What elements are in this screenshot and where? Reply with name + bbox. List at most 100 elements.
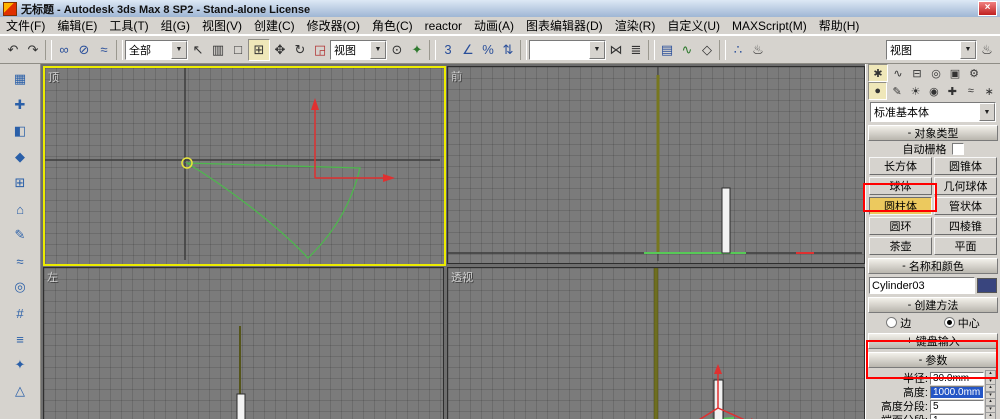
reactor-toolbar-icon[interactable]: ◎ [10, 277, 30, 297]
angle-snap-icon[interactable]: ∠ [458, 40, 478, 60]
viewport-top-label[interactable]: 顶 [48, 69, 59, 85]
radius-field[interactable]: 30.0mm [930, 371, 984, 385]
menu-modifiers[interactable]: 修改器(O) [301, 17, 366, 34]
select-and-scale-icon[interactable]: ◲ [310, 40, 330, 60]
box-button[interactable]: 长方体 [869, 157, 932, 175]
menu-create[interactable]: 创建(C) [248, 17, 301, 34]
motion-tab-icon[interactable]: ◎ [927, 65, 945, 81]
dropdown-arrow-icon[interactable]: ▼ [370, 40, 386, 59]
menu-character[interactable]: 角色(C) [366, 17, 419, 34]
menu-reactor[interactable]: reactor [419, 19, 468, 33]
spinner-up-icon[interactable]: ▴ [985, 384, 996, 392]
menu-views[interactable]: 视图(V) [196, 17, 248, 34]
reactor-toolbar-icon[interactable]: ⌂ [10, 199, 30, 219]
rollout-keyboard-entry[interactable]: + 键盘输入 [868, 333, 998, 349]
curve-editor-icon[interactable]: ∿ [677, 40, 697, 60]
geometry-category-icon[interactable]: ● [868, 82, 888, 100]
rollout-object-type[interactable]: - 对象类型 [868, 125, 998, 141]
pyramid-button[interactable]: 四棱锥 [934, 217, 997, 235]
display-tab-icon[interactable]: ▣ [946, 65, 964, 81]
cylinder-button[interactable]: 圆柱体 [869, 197, 932, 215]
rollout-creation-method[interactable]: - 创建方法 [868, 297, 998, 313]
cap-segments-field[interactable]: 1 [930, 413, 984, 419]
select-by-name-icon[interactable]: ▥ [208, 40, 228, 60]
gizmo-x-arrow[interactable] [686, 407, 719, 419]
layer-manager-icon[interactable]: ▤ [657, 40, 677, 60]
height-field[interactable]: 1000.0mm [930, 385, 984, 399]
viewport-front-label[interactable]: 前 [451, 68, 462, 84]
reference-coordinate-dropdown[interactable]: 视图 ▼ [330, 39, 387, 60]
undo-icon[interactable]: ↶ [3, 40, 23, 60]
dropdown-arrow-icon[interactable]: ▼ [589, 40, 605, 59]
reactor-toolbar-icon[interactable]: ✎ [10, 225, 30, 245]
cylinder-object[interactable] [721, 187, 731, 254]
rect-selection-region-icon[interactable]: □ [228, 40, 248, 60]
cap-segments-spinner[interactable]: ▴ ▾ [985, 412, 996, 419]
spinner-up-icon[interactable]: ▴ [985, 412, 996, 419]
cameras-category-icon[interactable]: ◉ [925, 83, 942, 99]
menu-tools[interactable]: 工具(T) [103, 17, 154, 34]
select-and-link-icon[interactable]: ∞ [54, 40, 74, 60]
reactor-toolbar-icon[interactable]: ≈ [10, 251, 30, 271]
plane-button[interactable]: 平面 [934, 237, 997, 255]
redo-icon[interactable]: ↷ [23, 40, 43, 60]
menu-animation[interactable]: 动画(A) [468, 17, 520, 34]
shapes-category-icon[interactable]: ✎ [888, 83, 905, 99]
window-crossing-icon[interactable]: ⊞ [248, 38, 270, 61]
render-scene-icon[interactable]: ♨ [748, 40, 768, 60]
schematic-view-icon[interactable]: ◇ [697, 40, 717, 60]
cylinder-object[interactable] [236, 393, 246, 419]
torus-button[interactable]: 圆环 [869, 217, 932, 235]
helpers-category-icon[interactable]: ✚ [944, 83, 961, 99]
center-radio[interactable]: 中心 [943, 315, 980, 331]
bind-to-space-warp-icon[interactable]: ≈ [94, 40, 114, 60]
viewport-left[interactable]: 左 [43, 267, 444, 419]
select-and-manipulate-icon[interactable]: ✦ [407, 40, 427, 60]
quick-render-icon[interactable]: ♨ [977, 40, 997, 60]
align-icon[interactable]: ≣ [626, 40, 646, 60]
hierarchy-tab-icon[interactable]: ⊟ [908, 65, 926, 81]
spinner-up-icon[interactable]: ▴ [985, 370, 996, 378]
material-editor-icon[interactable]: ∴ [728, 40, 748, 60]
reactor-toolbar-icon[interactable]: ✦ [10, 355, 30, 375]
percent-snap-icon[interactable]: % [478, 40, 498, 60]
line-spline-object[interactable] [653, 268, 659, 419]
menu-maxscript[interactable]: MAXScript(M) [726, 19, 813, 33]
reactor-toolbar-icon[interactable]: ✚ [10, 95, 30, 115]
dropdown-arrow-icon[interactable]: ▼ [171, 40, 187, 59]
menu-edit[interactable]: 编辑(E) [51, 17, 103, 34]
object-name-field[interactable] [869, 277, 975, 294]
reactor-toolbar-icon[interactable]: ⊞ [10, 173, 30, 193]
primitive-category-dropdown[interactable]: 标准基本体 ▼ [870, 102, 996, 122]
reactor-toolbar-icon[interactable]: ▦ [10, 69, 30, 89]
close-button[interactable]: × [978, 1, 997, 16]
dropdown-arrow-icon[interactable]: ▼ [979, 103, 995, 121]
viewport-front[interactable]: 前 [447, 66, 865, 264]
reactor-toolbar-icon[interactable]: ≡ [10, 329, 30, 349]
space-warps-category-icon[interactable]: ≈ [962, 83, 979, 99]
cone-button[interactable]: 圆锥体 [934, 157, 997, 175]
teapot-button[interactable]: 茶壶 [869, 237, 932, 255]
rollout-parameters[interactable]: - 参数 [868, 352, 998, 368]
spinner-snap-icon[interactable]: ⇅ [498, 40, 518, 60]
modify-tab-icon[interactable]: ∿ [889, 65, 907, 81]
menu-graph-editors[interactable]: 图表编辑器(D) [520, 17, 609, 34]
create-tab-icon[interactable]: ✱ [868, 64, 888, 82]
use-center-icon[interactable]: ⊙ [387, 40, 407, 60]
menu-help[interactable]: 帮助(H) [813, 17, 866, 34]
height-segments-field[interactable]: 5 [930, 399, 984, 413]
viewport-perspective-label[interactable]: 透视 [451, 269, 473, 285]
geosphere-button[interactable]: 几何球体 [934, 177, 997, 195]
utilities-tab-icon[interactable]: ⚙ [965, 65, 983, 81]
reactor-toolbar-icon[interactable]: ◧ [10, 121, 30, 141]
lights-category-icon[interactable]: ☀ [907, 83, 924, 99]
reactor-toolbar-icon[interactable]: ◆ [10, 147, 30, 167]
menu-rendering[interactable]: 渲染(R) [609, 17, 662, 34]
viewport-left-label[interactable]: 左 [47, 269, 58, 285]
select-and-move-icon[interactable]: ✥ [270, 40, 290, 60]
reactor-toolbar-icon[interactable]: △ [10, 381, 30, 401]
named-selection-sets-dropdown[interactable]: ▼ [529, 39, 606, 60]
select-and-rotate-icon[interactable]: ↻ [290, 40, 310, 60]
sphere-button[interactable]: 球体 [869, 177, 932, 195]
viewport-perspective[interactable]: 透视 [447, 267, 865, 419]
